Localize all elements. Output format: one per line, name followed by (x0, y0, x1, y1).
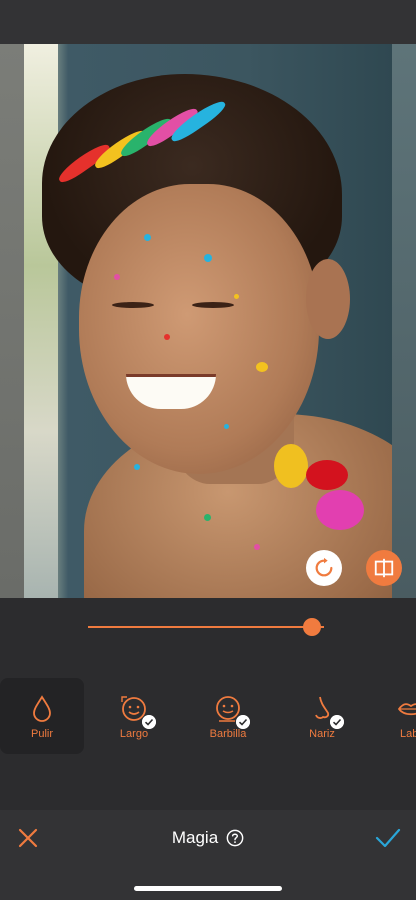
title-group: Magia (0, 828, 416, 848)
intensity-slider[interactable] (88, 618, 332, 638)
photo-eye-right (192, 302, 234, 308)
rotate-icon (315, 557, 333, 577)
home-indicator (134, 886, 282, 891)
paint-dot (204, 514, 211, 521)
tool-pulir[interactable]: Pulir (0, 678, 84, 754)
drop-icon (27, 694, 57, 724)
paint-dot (164, 334, 170, 340)
photo-face (79, 184, 319, 474)
tool-barbilla[interactable]: Barbilla (186, 678, 270, 754)
top-bar (0, 0, 416, 44)
tool-label: Pulir (30, 728, 53, 740)
paint-dot (114, 274, 120, 280)
paint-dot (134, 464, 140, 470)
paint-dot (256, 362, 268, 372)
help-icon (226, 829, 244, 847)
slider-thumb[interactable] (303, 618, 321, 636)
compare-icon (374, 558, 394, 578)
tool-largo[interactable]: Largo (92, 678, 176, 754)
photo-preview (24, 44, 392, 598)
tool-labios[interactable]: Lab (374, 678, 416, 754)
face-icon (119, 694, 157, 730)
paint-cap-red (306, 460, 348, 490)
background-window (24, 44, 58, 598)
help-button[interactable] (226, 829, 244, 847)
tool-label: Largo (119, 728, 149, 740)
photo-eye-left (112, 302, 154, 308)
paint-cap-pink (316, 490, 364, 530)
tool-strip: Pulir Largo Barbilla Nariz Lab (0, 678, 416, 754)
photo-ear (306, 259, 350, 339)
confirm-button[interactable] (374, 826, 402, 850)
paint-dot (224, 424, 229, 429)
face-icon (213, 694, 251, 730)
check-badge-icon (235, 714, 251, 730)
check-icon (375, 828, 401, 848)
paint-dot (144, 234, 151, 241)
compare-button[interactable] (366, 550, 402, 586)
photo-canvas[interactable] (0, 44, 416, 598)
check-badge-icon (329, 714, 345, 730)
slider-track (88, 626, 324, 628)
tool-label: Lab (400, 728, 416, 740)
check-badge-icon (141, 714, 157, 730)
photo-edge-left (0, 44, 24, 598)
photo-edge-right (392, 44, 416, 598)
nose-icon (307, 694, 345, 730)
paint-cap-yellow (274, 444, 308, 488)
tool-label: Nariz (309, 728, 335, 740)
reset-button[interactable] (306, 550, 342, 586)
page-title: Magia (171, 828, 219, 847)
paint-dot (204, 254, 212, 262)
paint-dot (234, 294, 239, 299)
paint-dot (254, 544, 260, 550)
tool-nariz[interactable]: Nariz (280, 678, 364, 754)
lips-icon (396, 694, 416, 724)
